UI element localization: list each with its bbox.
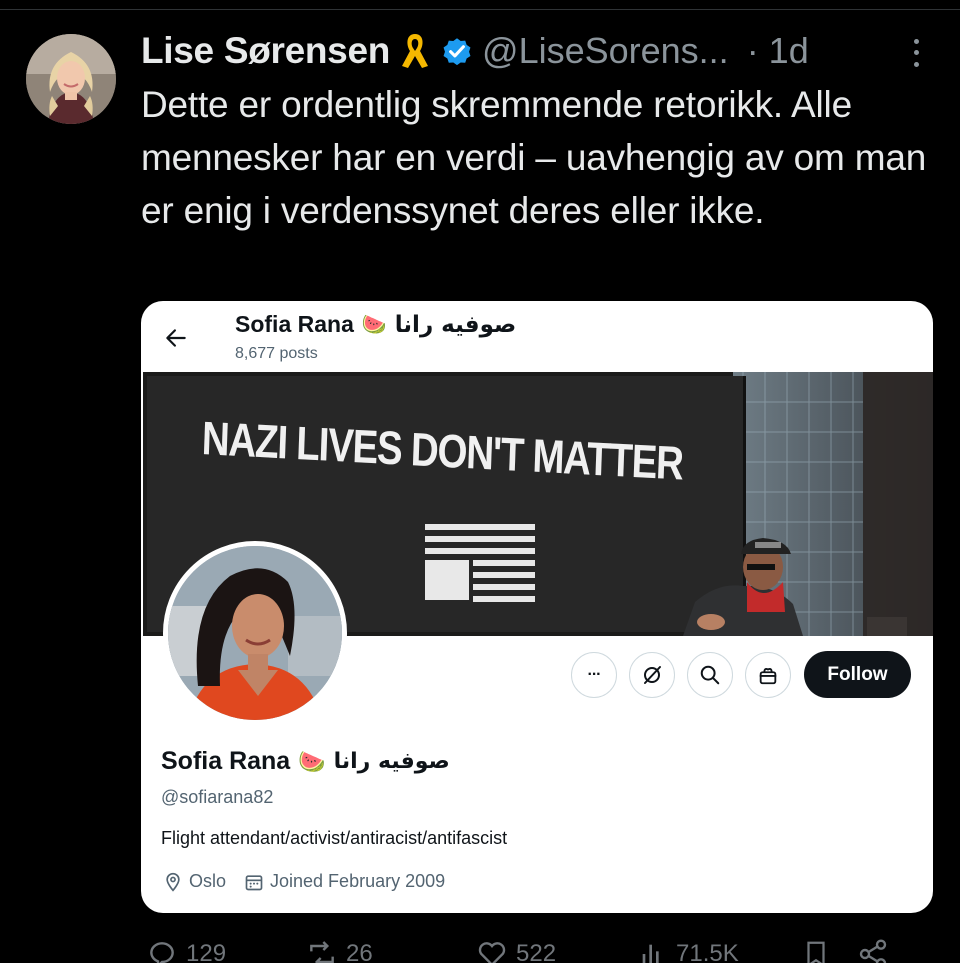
author-name[interactable]: Lise Sørensen [141, 30, 390, 72]
repost-action[interactable]: 26 [306, 938, 373, 963]
calendar-icon [245, 874, 263, 890]
more-options-label: ··· [587, 666, 602, 683]
verified-badge-icon [440, 34, 474, 68]
yellow-ribbon-icon [400, 32, 430, 70]
profile-avatar-image [168, 546, 342, 720]
like-count: 522 [516, 940, 557, 963]
like-action[interactable]: 522 [476, 938, 556, 963]
views-count: 71.5K [676, 940, 739, 963]
reply-count: 129 [186, 940, 227, 963]
repost-icon [310, 941, 334, 963]
card-header-arabic-name: صوفيه رانا [394, 311, 517, 338]
watermelon-icon: 🍉 [298, 748, 326, 774]
profile-name-row: Sofia Rana 🍉 صوفيه رانا [161, 747, 450, 776]
bookmark-icon [807, 941, 825, 963]
profile-display-name: Sofia Rana [161, 747, 291, 775]
profile-more-button[interactable]: ··· [571, 652, 617, 698]
back-arrow-icon[interactable] [163, 325, 189, 351]
joined-text: Joined February 2009 [270, 871, 446, 891]
author-avatar[interactable] [26, 34, 116, 124]
card-header-name: Sofia Rana 🍉 صوفيه رانا [235, 311, 516, 338]
profile-bio: Flight attendant/activist/antiracist/ant… [161, 828, 508, 848]
profile-handle: @sofiarana82 [161, 787, 274, 807]
top-divider [0, 9, 960, 10]
tweet-text: Dette er ordentlig skremmende retorikk. … [141, 84, 927, 231]
grok-button[interactable] [629, 652, 675, 698]
tweet-action-bar: 129 26 522 71.5K [141, 938, 921, 963]
card-header-display-name: Sofia Rana [235, 311, 354, 337]
author-handle[interactable]: @LiseSorens... [482, 30, 729, 72]
profile-avatar[interactable] [163, 541, 347, 725]
joined-item: Joined February 2009 [244, 871, 445, 892]
profile-arabic-name: صوفيه رانا [333, 749, 450, 774]
posts-count: 8,677 posts [235, 345, 318, 362]
subscribe-gift-button[interactable] [745, 652, 791, 698]
search-icon [700, 665, 720, 685]
repost-count: 26 [346, 940, 373, 963]
tweet-header: Lise Sørensen @LiseSorens... · 1d [141, 28, 941, 74]
author-avatar-image [26, 34, 116, 124]
bookmark-action[interactable] [801, 938, 831, 963]
reply-icon [150, 942, 174, 963]
location-item: Oslo [163, 871, 226, 892]
tweet-timestamp[interactable]: · 1d [747, 30, 809, 72]
share-icon [859, 939, 887, 963]
grok-icon [644, 666, 661, 684]
views-action[interactable]: 71.5K [636, 938, 739, 963]
heart-icon [478, 942, 506, 963]
reply-action[interactable]: 129 [146, 938, 226, 963]
follow-button[interactable]: Follow [804, 651, 911, 698]
share-action[interactable] [856, 938, 890, 963]
location-text: Oslo [189, 871, 227, 891]
location-pin-icon [166, 872, 180, 892]
search-button[interactable] [687, 652, 733, 698]
embedded-profile-card[interactable]: Sofia Rana 🍉 صوفيه رانا 8,677 posts NAZI… [141, 301, 933, 913]
watermelon-icon: 🍉 [361, 314, 387, 336]
more-options-icon[interactable] [906, 36, 926, 70]
profile-meta: Oslo Joined February 2009 [163, 871, 463, 892]
views-chart-icon [642, 944, 659, 963]
gift-icon [759, 668, 777, 685]
